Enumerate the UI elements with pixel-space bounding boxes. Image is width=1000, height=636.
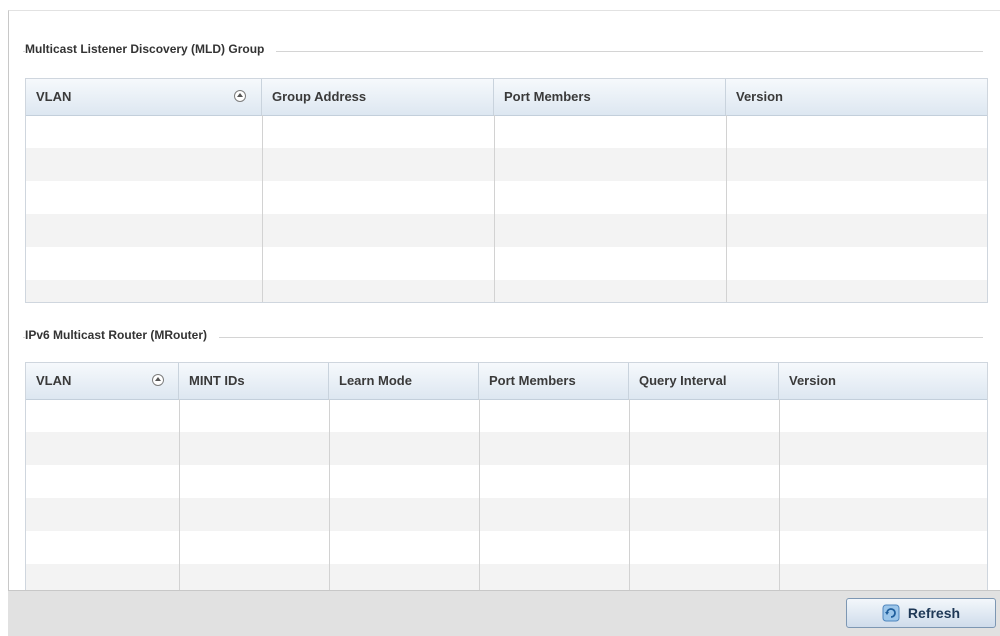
mrouter-col-port-members-header[interactable]: Port Members — [479, 363, 629, 399]
table-row — [26, 280, 987, 302]
table-row — [26, 465, 987, 498]
mrouter-col-learn-mode-header[interactable]: Learn Mode — [329, 363, 479, 399]
mrouter-col-version-header[interactable]: Version — [779, 363, 988, 399]
mrouter-col-mint-ids-header[interactable]: MINT IDs — [179, 363, 329, 399]
table-row — [26, 531, 987, 564]
refresh-button[interactable]: Refresh — [846, 598, 996, 628]
column-divider — [262, 115, 263, 302]
table-row — [26, 181, 987, 214]
table-row — [26, 148, 987, 181]
mrouter-table: VLAN MINT IDs Learn Mode Port Members Qu… — [25, 362, 988, 591]
content-panel: Multicast Listener Discovery (MLD) Group… — [8, 10, 1000, 591]
mld-col-port-members-label: Port Members — [504, 89, 591, 104]
mrouter-col-learn-mode-label: Learn Mode — [339, 373, 412, 388]
mld-col-group-address-label: Group Address — [272, 89, 367, 104]
mld-group-table: VLAN Group Address Port Members Version — [25, 78, 988, 303]
column-divider — [479, 399, 480, 590]
mld-col-version-label: Version — [736, 89, 783, 104]
mrouter-title: IPv6 Multicast Router (MRouter) — [25, 328, 220, 342]
table-row — [26, 247, 987, 280]
column-divider — [179, 399, 180, 590]
table-row — [26, 564, 987, 590]
refresh-button-label: Refresh — [907, 605, 961, 621]
column-divider — [329, 399, 330, 590]
mld-col-vlan-label: VLAN — [36, 89, 72, 104]
sort-ascending-icon[interactable] — [152, 374, 164, 386]
mld-group-title: Multicast Listener Discovery (MLD) Group — [25, 42, 277, 56]
refresh-icon — [882, 604, 900, 622]
mrouter-col-query-interval-header[interactable]: Query Interval — [629, 363, 779, 399]
table-row — [26, 214, 987, 247]
mrouter-col-mint-ids-label: MINT IDs — [189, 373, 245, 388]
mrouter-table-header: VLAN MINT IDs Learn Mode Port Members Qu… — [26, 363, 987, 400]
column-divider — [629, 399, 630, 590]
mrouter-col-vlan-header[interactable]: VLAN — [26, 363, 179, 399]
mld-col-version-header[interactable]: Version — [726, 79, 988, 115]
column-divider — [726, 115, 727, 302]
footer-bar: Refresh — [8, 590, 1000, 636]
sort-ascending-icon[interactable] — [234, 90, 246, 102]
mld-group-table-body — [26, 115, 987, 302]
mld-group-table-header: VLAN Group Address Port Members Version — [26, 79, 987, 116]
table-row — [26, 115, 987, 148]
table-row — [26, 432, 987, 465]
column-divider — [779, 399, 780, 590]
mrouter-table-body — [26, 399, 987, 590]
column-divider — [494, 115, 495, 302]
table-row — [26, 498, 987, 531]
mld-col-port-members-header[interactable]: Port Members — [494, 79, 726, 115]
mrouter-col-port-members-label: Port Members — [489, 373, 576, 388]
mld-col-group-address-header[interactable]: Group Address — [262, 79, 494, 115]
table-row — [26, 399, 987, 432]
mrouter-col-vlan-label: VLAN — [36, 373, 72, 388]
mrouter-col-query-interval-label: Query Interval — [639, 373, 727, 388]
mld-col-vlan-header[interactable]: VLAN — [26, 79, 262, 115]
mrouter-col-version-label: Version — [789, 373, 836, 388]
